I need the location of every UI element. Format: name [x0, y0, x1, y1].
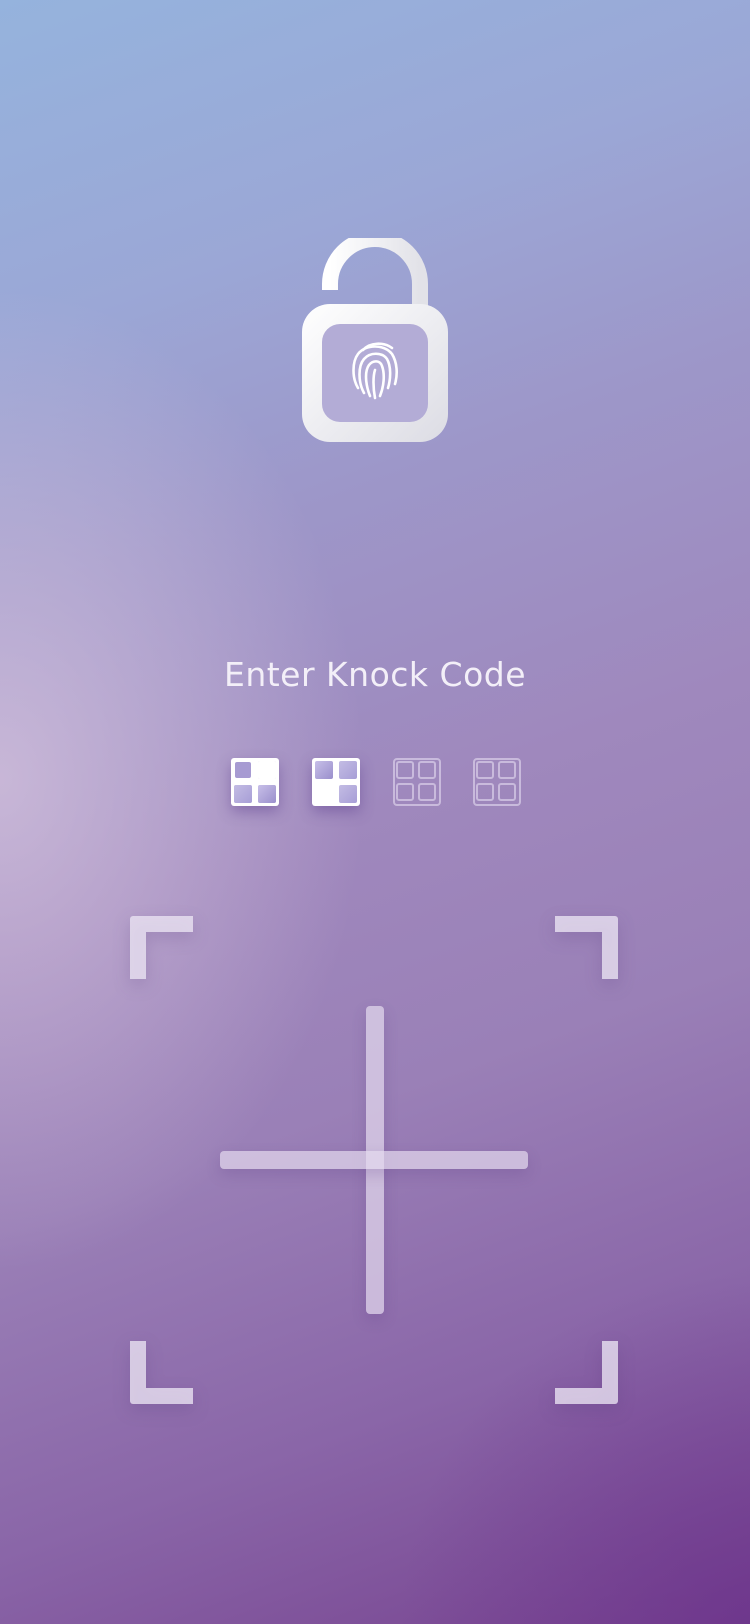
pad-corner-top-right	[555, 916, 618, 979]
pad-divider-horizontal	[220, 1151, 528, 1169]
pad-corner-top-left	[130, 916, 193, 979]
progress-dot-2	[312, 758, 360, 806]
page-title: Enter Knock Code	[223, 655, 527, 694]
unlocked-padlock-fingerprint-icon	[300, 238, 450, 444]
progress-dot-1	[231, 758, 279, 806]
pad-corner-bottom-left	[130, 1341, 193, 1404]
progress-dot-2-cell-tl	[315, 761, 333, 779]
knock-code-progress	[231, 758, 521, 806]
lock-screen: Enter Knock Code	[0, 0, 750, 1624]
progress-dot-4	[473, 758, 521, 806]
progress-dot-1-cell-tl	[235, 762, 251, 778]
knock-pad	[130, 916, 618, 1404]
progress-dot-1-cell-br	[258, 785, 276, 803]
pad-corner-bottom-right	[555, 1341, 618, 1404]
progress-dot-3	[393, 758, 441, 806]
